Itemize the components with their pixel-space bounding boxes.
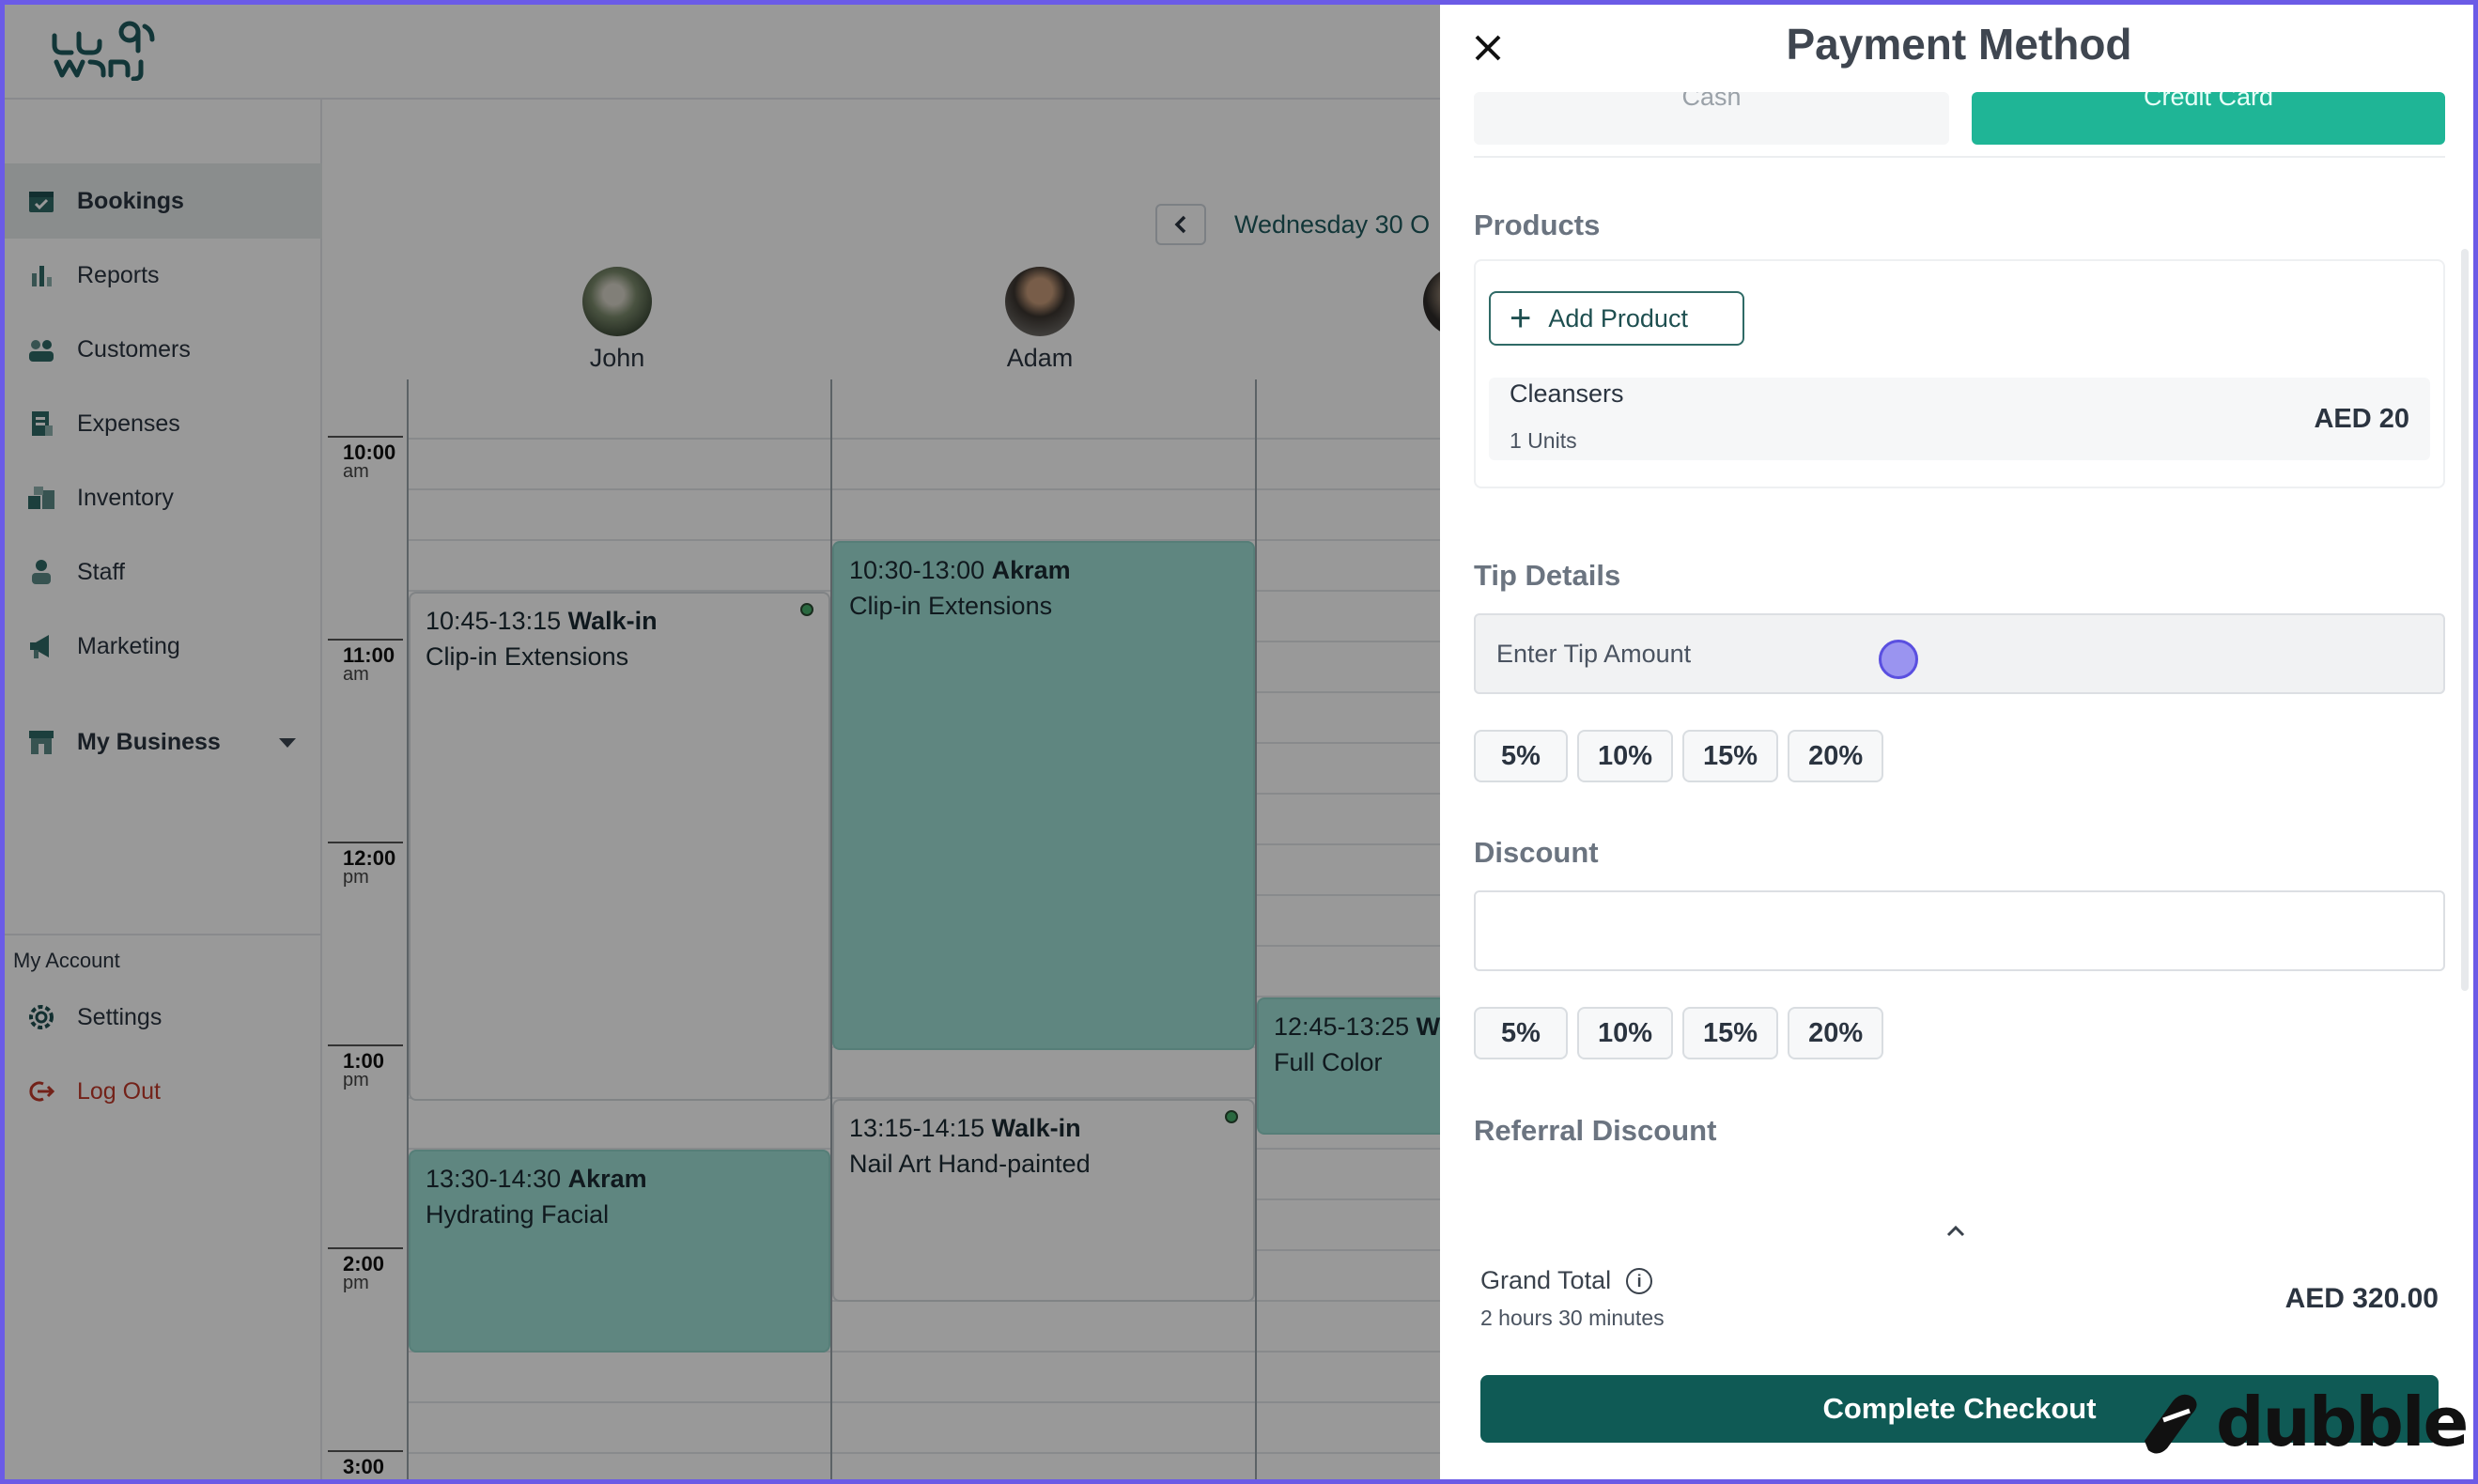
tip-preset-button[interactable]: 5%	[1474, 730, 1568, 782]
section-divider	[1474, 156, 2445, 158]
info-icon[interactable]: i	[1626, 1267, 1653, 1294]
tip-preset-button[interactable]: 20%	[1788, 730, 1884, 782]
tip-preset-row: 5% 10% 15% 20%	[1474, 730, 1884, 782]
checkout-footer: Grand Total i 2 hours 30 minutes AED 320…	[1440, 1212, 2478, 1484]
products-panel: + Add Product Cleansers 1 Units AED 20	[1474, 259, 2445, 488]
payment-drawer: Payment Method Cash Credit Card Products…	[1440, 0, 2478, 1484]
dubble-logo-icon	[2145, 1394, 2197, 1454]
discount-preset-button[interactable]: 15%	[1682, 1007, 1779, 1059]
product-line-item[interactable]: Cleansers 1 Units AED 20	[1489, 378, 2430, 460]
payment-option-credit-card[interactable]: Credit Card	[1972, 92, 2445, 145]
discount-preset-button[interactable]: 10%	[1577, 1007, 1674, 1059]
product-name: Cleansers	[1510, 379, 1624, 408]
tip-input-placeholder: Enter Tip Amount	[1496, 639, 1692, 668]
referral-section-title: Referral Discount	[1474, 1114, 1717, 1147]
payment-method-options: Cash Credit Card	[1474, 92, 2445, 145]
total-duration: 2 hours 30 minutes	[1480, 1306, 1665, 1330]
plus-icon: +	[1510, 298, 1532, 339]
discount-preset-button[interactable]: 20%	[1788, 1007, 1884, 1059]
discount-preset-row: 5% 10% 15% 20%	[1474, 1007, 1884, 1059]
product-price: AED 20	[2314, 404, 2409, 434]
payment-option-cash[interactable]: Cash	[1474, 92, 1949, 145]
mouse-cursor-indicator	[1879, 640, 1918, 679]
tip-preset-button[interactable]: 15%	[1682, 730, 1779, 782]
dubble-watermark: dubble	[2135, 1383, 2469, 1461]
chevron-up-icon[interactable]	[1944, 1219, 1968, 1244]
drawer-title: Payment Method	[1786, 20, 2132, 69]
grand-total-amount: AED 320.00	[2284, 1283, 2439, 1314]
discount-input[interactable]	[1474, 890, 2445, 971]
scrollbar[interactable]	[2461, 249, 2469, 991]
scroll-fade	[1440, 1174, 2478, 1212]
discount-section-title: Discount	[1474, 836, 1599, 869]
discount-preset-button[interactable]: 5%	[1474, 1007, 1568, 1059]
tip-amount-input[interactable]: Enter Tip Amount	[1474, 613, 2445, 694]
watermark-text: dubble	[2216, 1383, 2469, 1461]
add-product-button[interactable]: + Add Product	[1489, 291, 1744, 346]
grand-total-label: Grand Total i	[1480, 1266, 1653, 1295]
tip-preset-button[interactable]: 10%	[1577, 730, 1674, 782]
tip-section-title: Tip Details	[1474, 559, 1621, 592]
product-units: 1 Units	[1510, 428, 1577, 453]
products-section-title: Products	[1474, 209, 1601, 241]
